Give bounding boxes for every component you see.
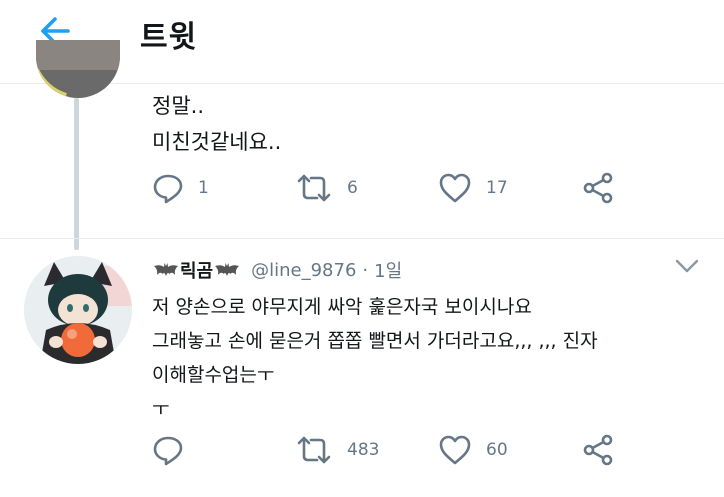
- reply-icon: [153, 436, 183, 466]
- tweet-text: 정말.. 미친것같네요..: [152, 94, 282, 154]
- reply-button[interactable]: [152, 434, 295, 466]
- share-icon: [583, 434, 613, 466]
- tweet-header: 릭곰 @line_9876 · 1일: [152, 254, 402, 286]
- reply-count: 1: [198, 178, 209, 198]
- tweet-actions: 1 6 17: [152, 172, 724, 204]
- like-button[interactable]: 60: [438, 434, 581, 466]
- display-name: 릭곰: [180, 261, 214, 282]
- retweet-button[interactable]: 6: [295, 172, 438, 204]
- avatar[interactable]: [24, 256, 132, 364]
- user-handle[interactable]: @line_9876: [251, 260, 356, 281]
- retweet-icon: [297, 436, 331, 464]
- retweet-count: 483: [347, 440, 380, 460]
- tweet-actions: 483 60: [152, 434, 724, 466]
- share-button[interactable]: [581, 434, 724, 466]
- like-count: 17: [486, 178, 508, 198]
- timestamp[interactable]: 1일: [374, 257, 402, 283]
- share-button[interactable]: [581, 172, 724, 204]
- heart-icon: [439, 173, 471, 203]
- avatar[interactable]: [36, 40, 120, 98]
- tweet-text: 저 양손으로 야무지게 싸악 훑은자국 보이시나요 그래놓고 손에 묻은거 쫍쫍…: [152, 296, 598, 420]
- share-icon: [583, 172, 613, 204]
- like-count: 60: [486, 440, 508, 460]
- retweet-count: 6: [347, 178, 358, 198]
- divider: [0, 238, 724, 239]
- separator: ·: [362, 259, 369, 281]
- thread-line: [74, 98, 79, 250]
- retweet-button[interactable]: 483: [295, 434, 438, 466]
- heart-icon: [439, 435, 471, 465]
- retweet-icon: [297, 174, 331, 202]
- reply-icon: [153, 174, 183, 204]
- chevron-down-icon: [675, 259, 699, 273]
- display-name-group[interactable]: 릭곰: [152, 257, 241, 283]
- tweet-menu-button[interactable]: [672, 254, 702, 278]
- bat-icon: [154, 263, 178, 276]
- reply-button[interactable]: 1: [152, 172, 295, 204]
- bat-icon: [215, 263, 240, 276]
- page-title: 트윗: [140, 20, 198, 55]
- like-button[interactable]: 17: [438, 172, 581, 204]
